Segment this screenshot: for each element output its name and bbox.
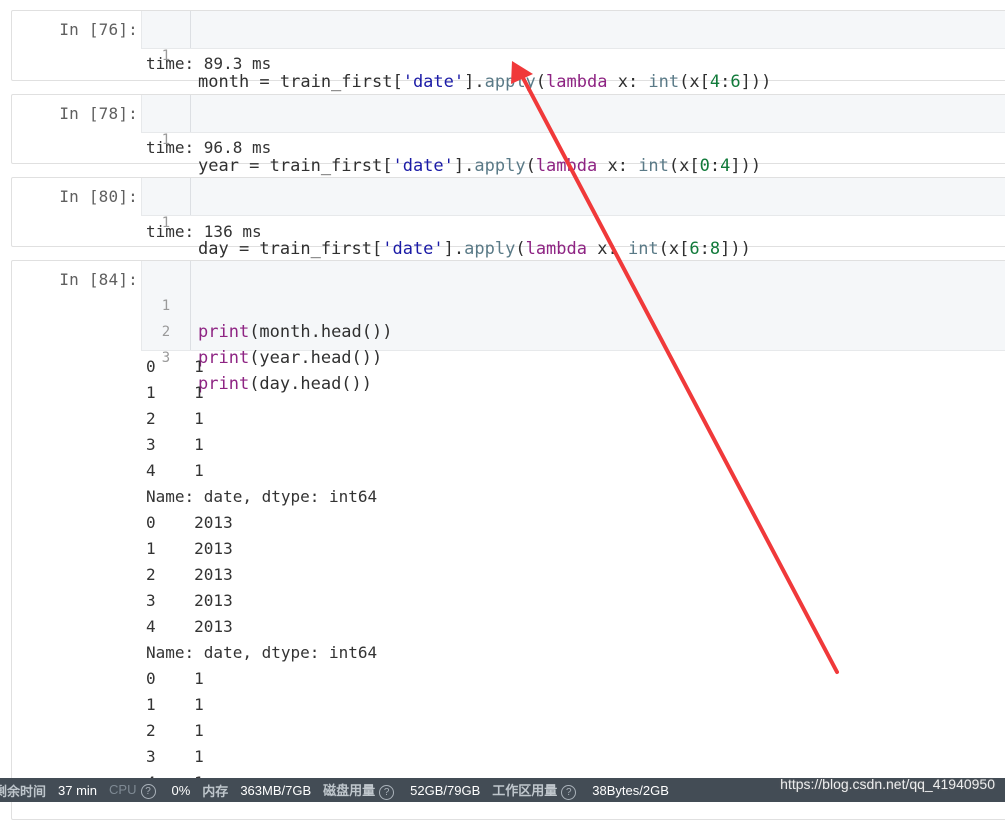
cpu-value: 0% (171, 782, 191, 798)
question-circle-icon[interactable]: ? (140, 783, 156, 799)
red-arrow-annotation (511, 61, 839, 674)
question-circle-icon[interactable]: ? (379, 785, 395, 800)
workspace-usage-label: 工作区用量 (492, 783, 558, 798)
workspace-usage-value: 38Bytes/2GB (592, 782, 669, 798)
arrow-shaft (520, 74, 839, 674)
remaining-time-value: 37 min (58, 782, 98, 798)
memory-label: 内存 (202, 783, 229, 799)
disk-usage-value: 52GB/79GB (410, 782, 481, 798)
watermark-url: https://blog.csdn.net/qq_41940950 (780, 776, 995, 792)
disk-usage-label: 磁盘用量 (323, 783, 376, 798)
arrow-head (511, 61, 533, 84)
cpu-label: CPU (109, 781, 137, 797)
memory-value: 363MB/7GB (240, 782, 312, 798)
remaining-time-label: 剩余时间 (0, 783, 47, 799)
question-circle-icon[interactable]: ? (561, 785, 577, 800)
